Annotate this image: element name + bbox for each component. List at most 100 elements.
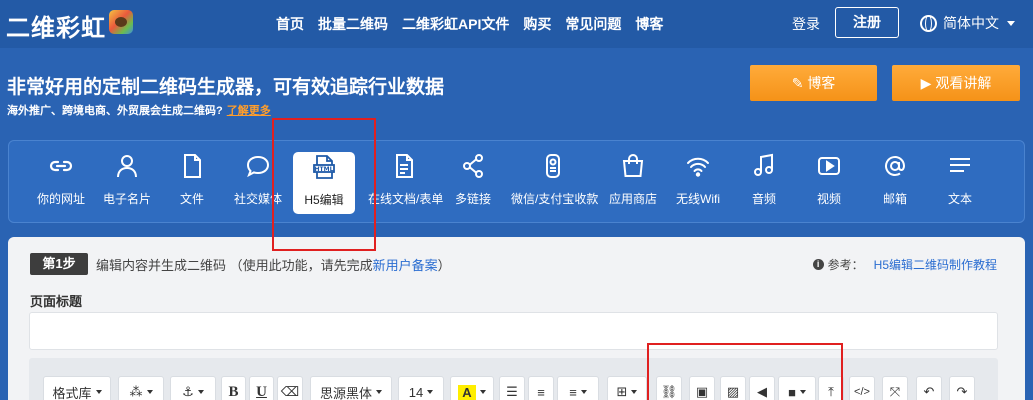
highlight-box-h5 [272, 118, 376, 251]
nav-batch-qr[interactable]: 批量二维码 [318, 14, 388, 34]
anchor-dropdown[interactable]: ⚓ [170, 376, 216, 400]
tutorial-link[interactable]: H5编辑二维码制作教程 [874, 256, 997, 273]
payment-icon [546, 154, 560, 178]
step-text: 编辑内容并生成二维码 （使用此功能，请先完成 [96, 258, 373, 273]
learn-more-link[interactable]: 了解更多 [227, 105, 271, 117]
info-icon: i [812, 259, 824, 270]
nav-faq[interactable]: 常见问题 [565, 14, 621, 34]
category-label: 音频 [751, 192, 776, 206]
page-title-input[interactable] [29, 312, 998, 350]
chevron-down-icon [580, 390, 587, 394]
category-text[interactable]: 文本 [929, 151, 991, 215]
step-text-end: ） [437, 258, 451, 273]
category-label: 邮箱 [882, 192, 907, 206]
eraser-button[interactable]: ⌫ [277, 376, 303, 400]
numbered-list-icon: ≡ [537, 384, 545, 400]
category-label: 文件 [179, 192, 204, 206]
category-label: 多链接 [454, 192, 491, 206]
redo-button[interactable]: ↷ [949, 376, 975, 400]
chevron-down-icon [95, 390, 102, 394]
category-label: 无线Wifi [676, 192, 720, 206]
chevron-down-icon [146, 390, 153, 394]
nav-buy[interactable]: 购买 [523, 14, 551, 34]
category-app-store[interactable]: 应用商店 [602, 151, 664, 215]
anchor-icon: ⚓ [182, 384, 194, 399]
editor-toolbar: 格式库 ⁂ ⚓ B U ⌫ 思源黑体 14 A ☰ ≡ ≡ ⊞ ⛓ ▣ ▨ ◀ … [29, 358, 998, 400]
top-navbar: 二维彩虹 首页 批量二维码 二维彩虹API文件 购买 常见问题 博客 登录 注册… [0, 0, 1033, 48]
font-family-label: 思源黑体 [319, 385, 372, 400]
category-label: 微信/支付宝收款 [511, 192, 599, 206]
highlight-icon: A [458, 384, 476, 400]
language-label: 简体中文 [943, 15, 999, 31]
category-online-doc[interactable]: 在线文档/表单 [368, 151, 444, 215]
watch-video-label: 观看讲解 [935, 75, 992, 91]
chat-bubble-icon [246, 155, 270, 178]
underline-button[interactable]: U [249, 376, 274, 400]
chevron-down-icon [631, 390, 638, 394]
category-video[interactable]: 视频 [798, 151, 860, 215]
watch-video-button[interactable]: ▶ 观看讲解 [892, 65, 1020, 101]
table-dropdown[interactable]: ⊞ [607, 376, 647, 400]
align-icon: ≡ [569, 384, 577, 400]
font-family-dropdown[interactable]: 思源黑体 [310, 376, 392, 400]
category-url[interactable]: 你的网址 [30, 151, 92, 215]
code-icon: </> [854, 386, 870, 398]
numbered-list-button[interactable]: ≡ [528, 376, 554, 400]
bold-button[interactable]: B [221, 376, 246, 400]
fullscreen-button[interactable]: ⤧ [882, 376, 908, 400]
register-button[interactable]: 注册 [835, 7, 899, 38]
redo-icon: ↷ [956, 384, 968, 399]
magic-wand-dropdown[interactable]: ⁂ [118, 376, 164, 400]
blog-button[interactable]: ✎ 博客 [750, 65, 877, 101]
table-icon: ⊞ [616, 384, 628, 399]
nav-blog[interactable]: 博客 [635, 14, 663, 34]
nav-api[interactable]: 二维彩虹API文件 [402, 14, 509, 34]
highlight-color-dropdown[interactable]: A [450, 376, 494, 400]
category-payment[interactable]: 微信/支付宝收款 [511, 151, 599, 215]
document-icon [396, 154, 413, 178]
bullet-list-icon: ☰ [506, 384, 518, 399]
file-icon [184, 154, 201, 178]
text-lines-icon [950, 158, 970, 172]
bullet-list-button[interactable]: ☰ [499, 376, 525, 400]
reference-label: 参考： [827, 258, 864, 272]
music-icon [754, 153, 773, 176]
category-email[interactable]: 邮箱 [864, 151, 926, 215]
edit-icon: ✎ [791, 75, 804, 91]
font-size-dropdown[interactable]: 14 [398, 376, 444, 400]
category-audio[interactable]: 音频 [733, 151, 795, 215]
category-vcard[interactable]: 电子名片 [96, 151, 158, 215]
format-label: 格式库 [52, 385, 92, 400]
category-multi-link[interactable]: 多链接 [442, 151, 504, 215]
category-file[interactable]: 文件 [161, 151, 223, 215]
step-badge: 第1步 [30, 253, 88, 275]
hero-title: 非常好用的定制二维码生成器，可有效追踪行业数据 [7, 77, 445, 98]
font-size-label: 14 [408, 384, 424, 400]
align-dropdown[interactable]: ≡ [557, 376, 599, 400]
chevron-down-icon [1007, 20, 1015, 26]
category-wifi[interactable]: 无线Wifi [667, 151, 729, 215]
category-label: 文本 [947, 192, 972, 206]
nav-home[interactable]: 首页 [276, 14, 304, 34]
undo-icon: ↶ [923, 384, 935, 399]
link-icon [49, 160, 73, 172]
chevron-down-icon [376, 390, 382, 394]
category-label: 你的网址 [36, 192, 85, 206]
format-dropdown[interactable]: 格式库 [43, 376, 111, 400]
language-selector[interactable]: 简体中文 [920, 13, 1015, 33]
blog-button-label: 博客 [807, 75, 836, 91]
logo-icon[interactable] [109, 10, 133, 34]
chevron-down-icon [479, 390, 486, 394]
main-nav: 首页 批量二维码 二维彩虹API文件 购买 常见问题 博客 [276, 14, 677, 34]
page-title-label: 页面标题 [30, 294, 83, 309]
register-filing-link[interactable]: 新用户备案 [373, 258, 438, 273]
login-link[interactable]: 登录 [792, 14, 820, 34]
code-view-button[interactable]: </> [849, 376, 875, 400]
logo-text[interactable]: 二维彩虹 [6, 8, 106, 43]
person-icon [117, 155, 137, 178]
undo-button[interactable]: ↶ [916, 376, 942, 400]
share-icon [463, 154, 483, 178]
category-label: 电子名片 [102, 192, 151, 206]
fullscreen-icon: ⤧ [889, 384, 901, 399]
category-label: 在线文档/表单 [368, 192, 444, 206]
